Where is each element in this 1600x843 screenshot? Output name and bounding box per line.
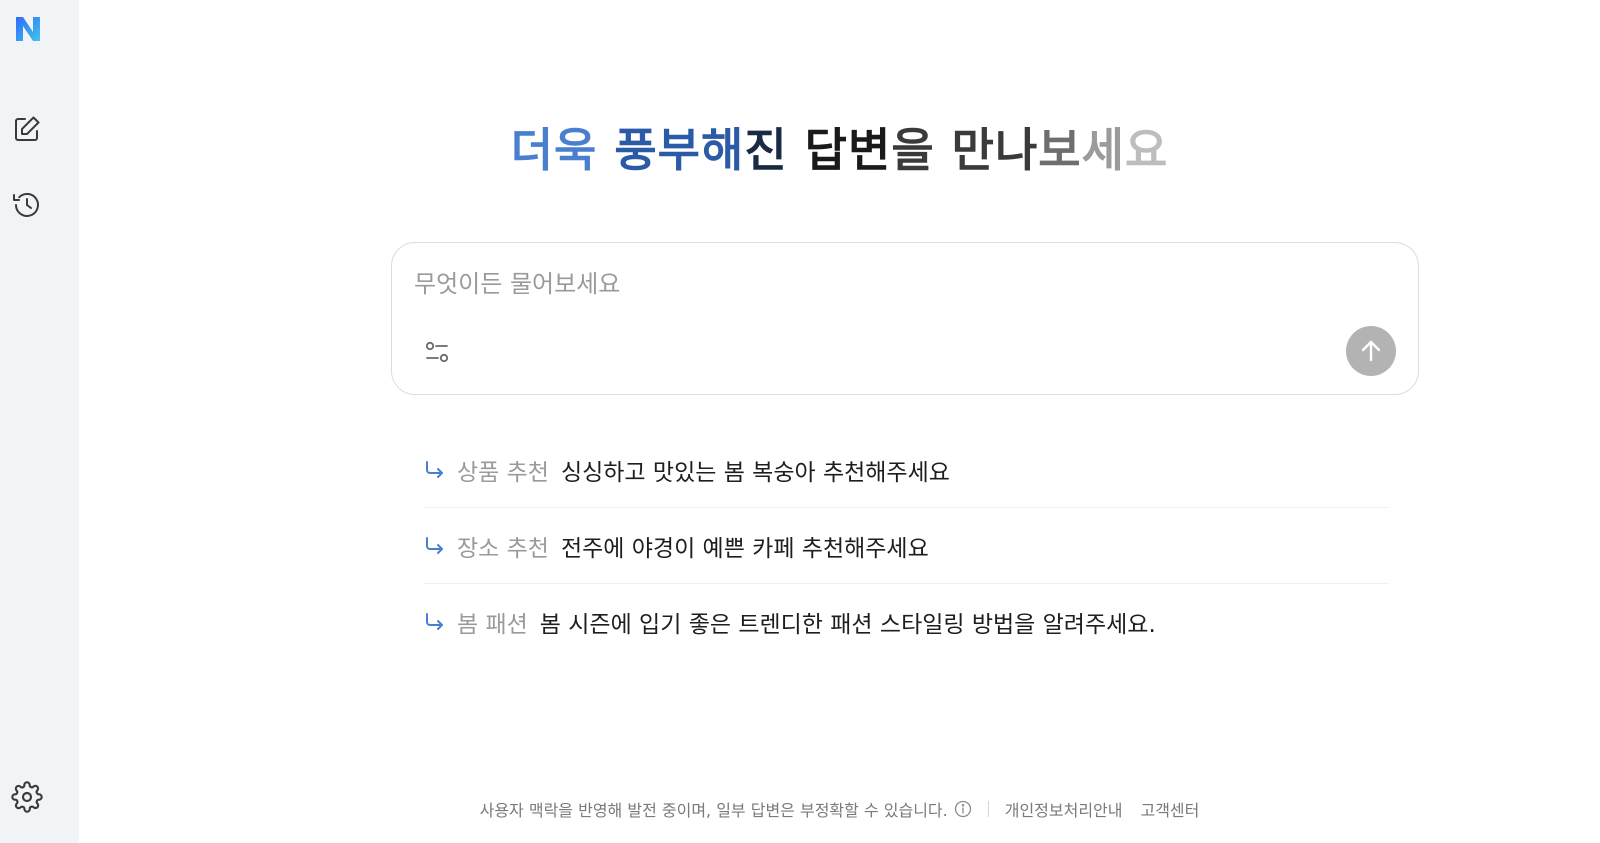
title-part: 보	[1038, 123, 1082, 177]
suggestion-text: 전주에 야경이 예쁜 카페 추천해주세요	[560, 535, 929, 562]
suggestion-list: 상품 추천 싱싱하고 맛있는 봄 복숭아 추천해주세요 장소 추천 전주에 야경…	[423, 432, 1389, 659]
edit-icon	[15, 116, 40, 141]
send-button[interactable]	[1346, 326, 1396, 376]
title-part: 만나	[951, 123, 1039, 177]
page-title: 더욱 풍부해진 답변을 만나보세요	[79, 114, 1600, 180]
suggestion-text: 싱싱하고 맛있는 봄 복숭아 추천해주세요	[560, 459, 950, 486]
title-part: 풍부해	[614, 123, 745, 177]
prompt-input[interactable]	[414, 267, 1314, 301]
prompt-box	[391, 242, 1419, 395]
app-window: 더욱 풍부해진 답변을 만나보세요 무엇이든 물어보세요 상품 추천 싱싱하고 …	[0, 0, 1600, 843]
title-part: 더욱	[510, 123, 615, 177]
new-chat-button[interactable]	[8, 110, 46, 148]
gear-icon	[11, 781, 43, 813]
title-part: 진	[744, 123, 805, 177]
sidebar	[0, 0, 79, 843]
history-icon	[13, 192, 39, 217]
options-button[interactable]	[422, 337, 452, 367]
footer: 사용자 맥락을 반영해 발전 중이며, 일부 답변은 부정확할 수 있습니다. …	[79, 797, 1600, 821]
disclaimer-text: 사용자 맥락을 반영해 발전 중이며, 일부 답변은 부정확할 수 있습니다.	[479, 801, 948, 820]
info-icon[interactable]	[954, 800, 972, 818]
settings-button[interactable]	[8, 778, 46, 816]
suggestion-text: 봄 시즌에 입기 좋은 트렌디한 패션 스타일링 방법을 알려주세요.	[539, 611, 1156, 638]
title-part: 을	[891, 123, 952, 177]
footer-divider	[987, 801, 989, 817]
reply-arrow-icon	[423, 535, 457, 557]
title-part: 요	[1124, 123, 1169, 177]
suggestion-tag: 장소 추천	[457, 535, 549, 562]
sliders-icon	[425, 341, 449, 363]
suggestion-tag: 상품 추천	[457, 459, 549, 486]
title-part: 답변	[804, 123, 892, 177]
suggestion-tag: 봄 패션	[457, 611, 528, 638]
support-link[interactable]: 고객센터	[1140, 797, 1199, 821]
suggestion-item[interactable]: 봄 패션 봄 시즌에 입기 좋은 트렌디한 패션 스타일링 방법을 알려주세요.	[423, 584, 1389, 659]
history-button[interactable]	[8, 186, 46, 224]
suggestion-item[interactable]: 장소 추천 전주에 야경이 예쁜 카페 추천해주세요	[423, 508, 1389, 584]
arrow-up-icon	[1361, 340, 1381, 362]
logo[interactable]	[9, 10, 47, 48]
main-content: 더욱 풍부해진 답변을 만나보세요 무엇이든 물어보세요 상품 추천 싱싱하고 …	[79, 0, 1600, 843]
title-part: 세	[1081, 123, 1125, 177]
suggestion-item[interactable]: 상품 추천 싱싱하고 맛있는 봄 복숭아 추천해주세요	[423, 432, 1389, 508]
privacy-link[interactable]: 개인정보처리안내	[1005, 797, 1123, 821]
reply-arrow-icon	[423, 459, 457, 481]
naver-logo-icon	[16, 17, 40, 41]
reply-arrow-icon	[423, 611, 457, 633]
